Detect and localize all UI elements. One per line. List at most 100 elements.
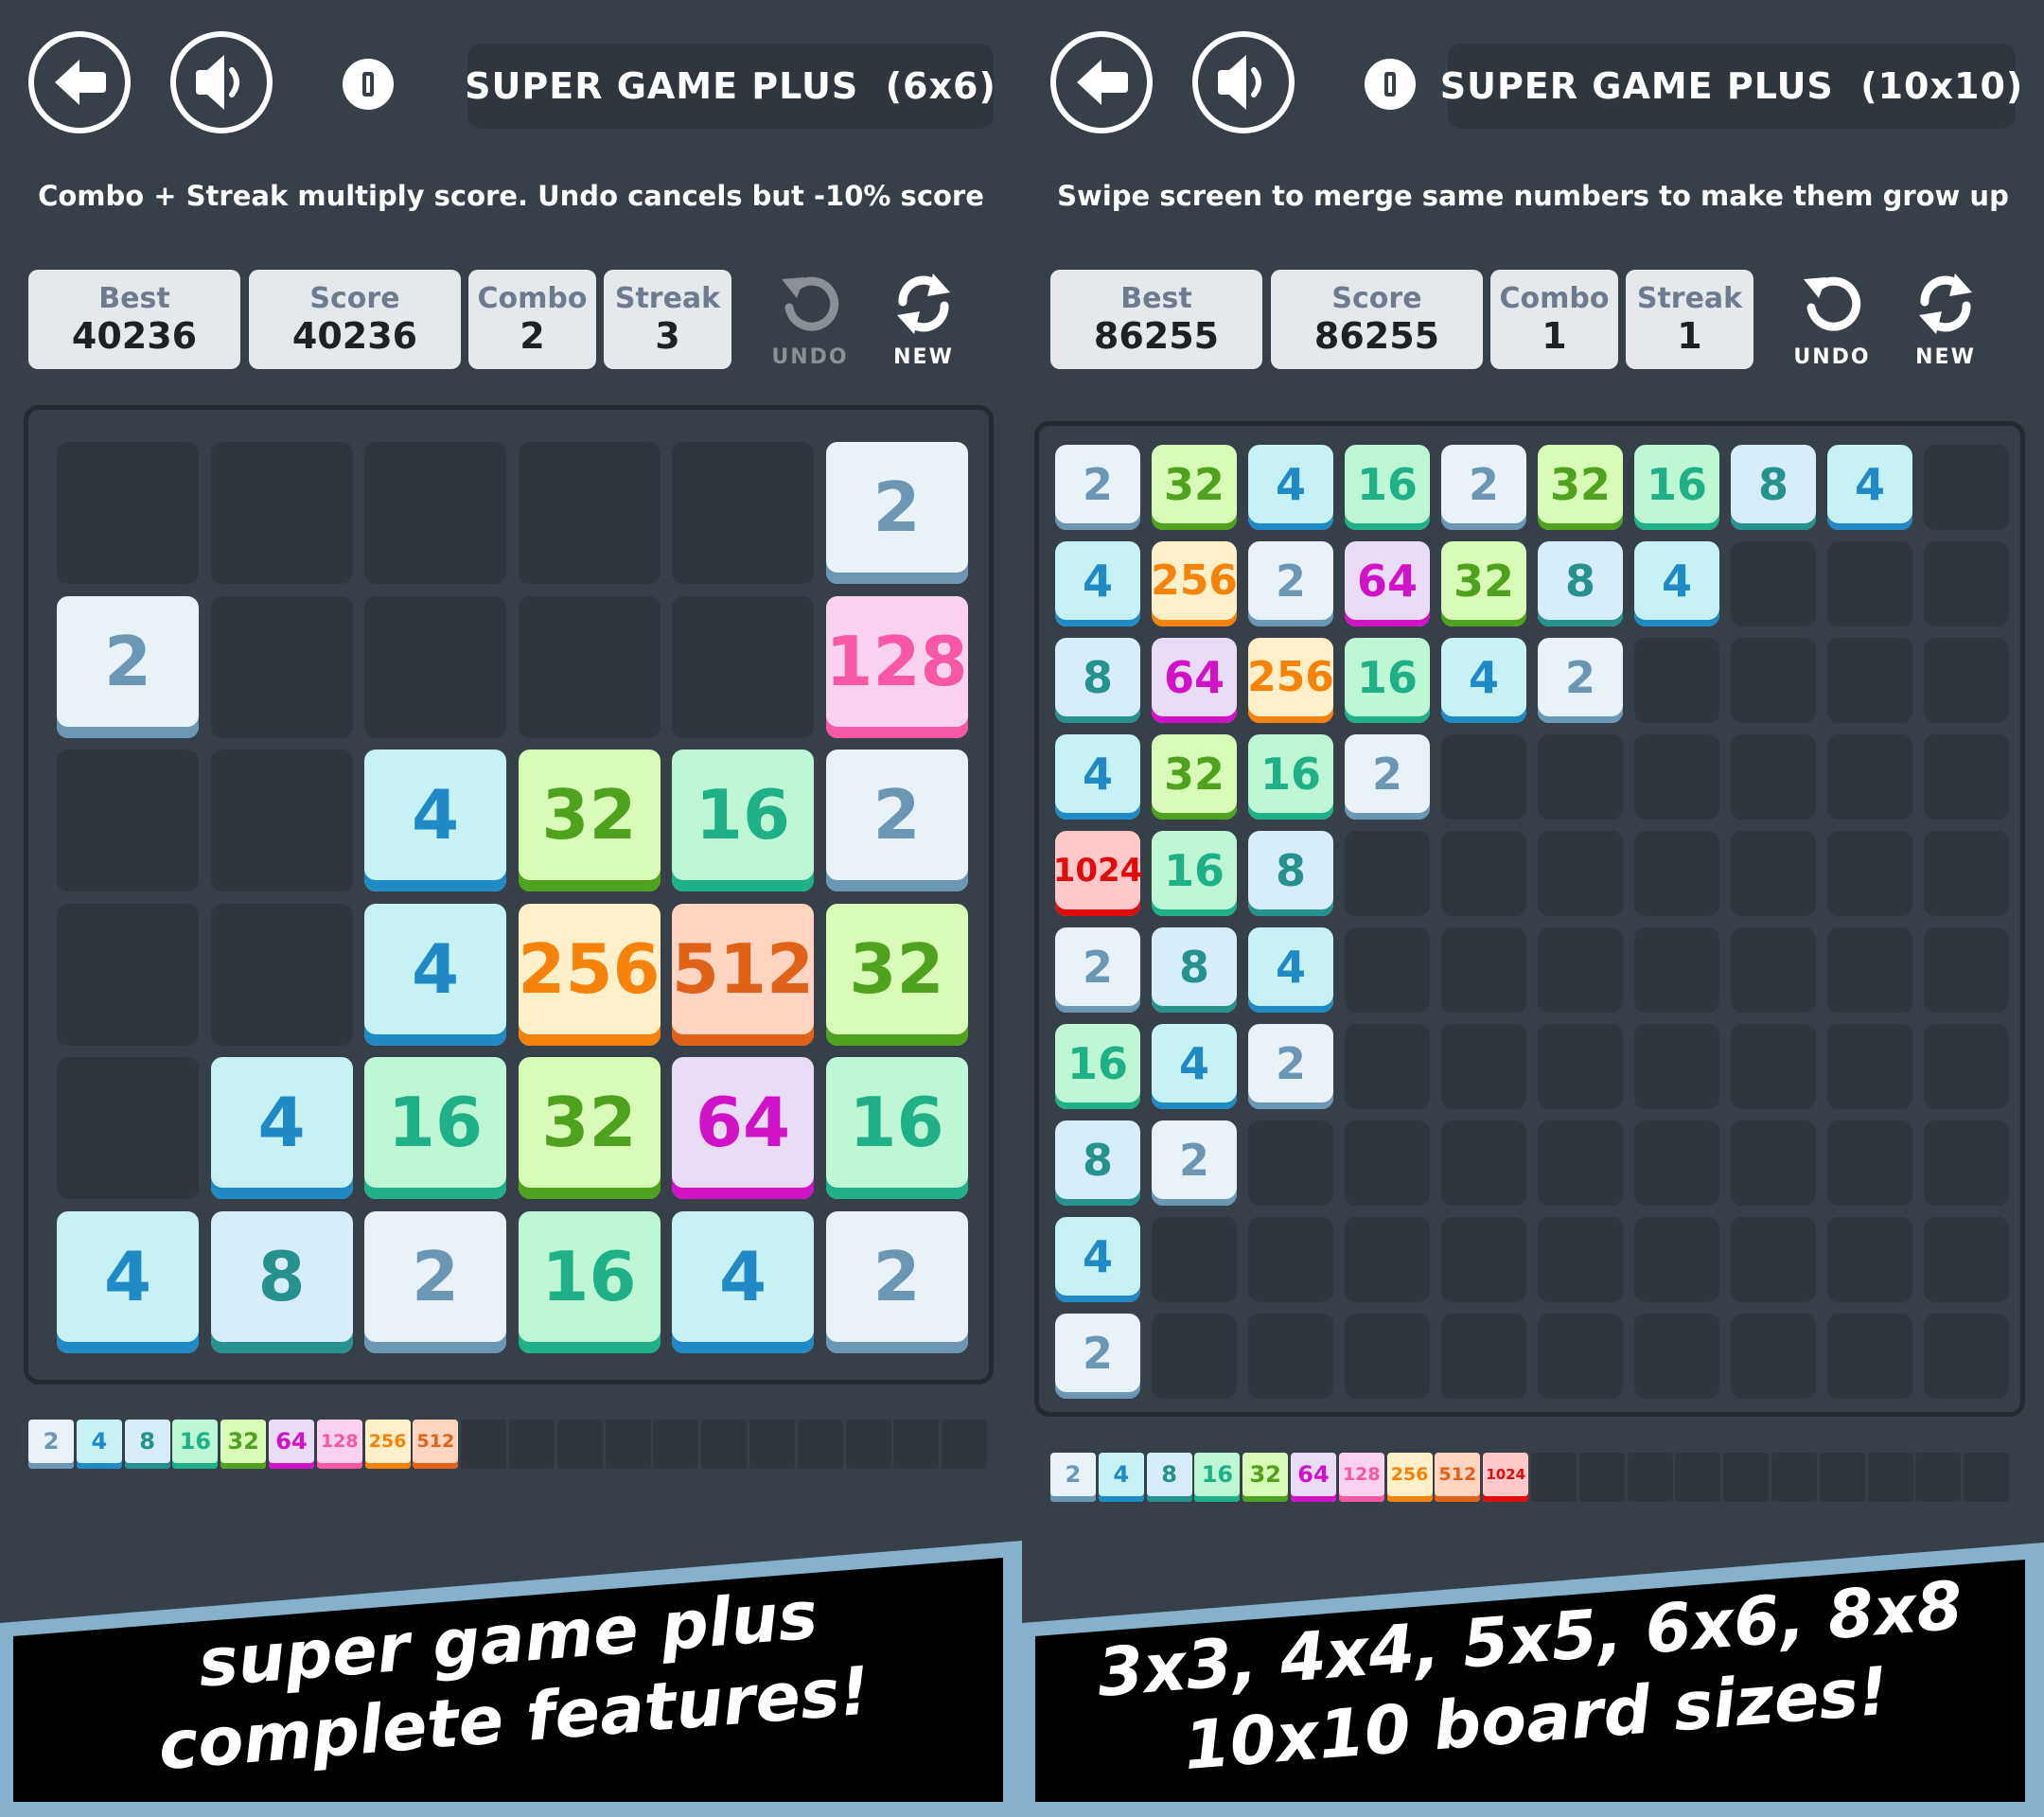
stat-label: Score [309, 282, 400, 315]
empty-cell [1827, 927, 1912, 1013]
tile: 2 [1345, 734, 1430, 820]
empty-cell [1152, 1314, 1237, 1399]
legend-empty-slot [1867, 1453, 1913, 1502]
back-button[interactable] [1050, 31, 1153, 133]
empty-cell [1634, 1024, 1719, 1109]
legend-empty-slot [797, 1420, 843, 1469]
tile: 8 [1248, 831, 1333, 916]
empty-cell [518, 595, 661, 738]
pause-icon [1384, 72, 1396, 97]
legend-tile: 8 [124, 1420, 170, 1469]
tile: 32 [1538, 445, 1623, 530]
legend-empty-slot [509, 1420, 555, 1469]
empty-cell [1538, 734, 1623, 820]
legend-tile: 512 [1435, 1453, 1481, 1502]
tile: 16 [1634, 445, 1719, 530]
stat-value: 40236 [291, 315, 418, 357]
stat-value: 1 [1542, 315, 1567, 357]
tile: 512 [672, 903, 814, 1046]
new-game-button[interactable]: NEW [1898, 270, 1993, 369]
empty-cell [1441, 831, 1526, 916]
empty-cell [1924, 831, 2009, 916]
legend-tile: 2 [1050, 1453, 1096, 1502]
empty-cell [1441, 1120, 1526, 1206]
tile: 4 [210, 1057, 353, 1199]
empty-cell [1634, 927, 1719, 1013]
new-game-button[interactable]: NEW [876, 270, 971, 369]
tile: 16 [1345, 638, 1430, 723]
sound-button[interactable] [1192, 31, 1295, 133]
empty-cell [1924, 541, 2009, 626]
promo-banner: super game plus complete features! [0, 1533, 1022, 1817]
empty-cell [1924, 1217, 2009, 1302]
undo-button[interactable]: UNDO [1785, 270, 1879, 369]
tile: 4 [1827, 445, 1912, 530]
empty-cell [1731, 831, 1816, 916]
empty-cell [1827, 1217, 1912, 1302]
empty-cell [1924, 927, 2009, 1013]
tile: 8 [210, 1210, 353, 1353]
stat-combo: Combo 1 [1490, 270, 1618, 369]
legend-empty-slot [1723, 1453, 1770, 1502]
stat-label: Streak [1636, 282, 1743, 315]
stat-streak: Streak 1 [1626, 270, 1753, 369]
arrow-left-icon [1077, 60, 1128, 105]
stat-score: Score 40236 [249, 270, 461, 369]
empty-cell [1441, 927, 1526, 1013]
tile: 32 [518, 750, 661, 891]
undo-icon [1804, 276, 1861, 331]
tile: 4 [1634, 541, 1719, 626]
pause-button[interactable] [1365, 59, 1416, 110]
legend-tile: 16 [172, 1420, 219, 1469]
empty-cell [1345, 1120, 1430, 1206]
tile: 2 [1055, 445, 1140, 530]
back-button[interactable] [28, 31, 131, 133]
tile: 4 [364, 750, 506, 891]
stat-best: Best 86255 [1050, 270, 1262, 369]
legend-empty-slot [1915, 1453, 1962, 1502]
tile: 256 [518, 903, 661, 1046]
empty-cell [1538, 831, 1623, 916]
game-title: SUPER GAME PLUS (6x6) [465, 44, 996, 129]
empty-cell [1538, 1120, 1623, 1206]
stat-label: Streak [614, 282, 721, 315]
stat-best: Best 40236 [28, 270, 240, 369]
stat-score: Score 86255 [1271, 270, 1483, 369]
legend-tile: 16 [1194, 1453, 1241, 1502]
empty-cell [1731, 1024, 1816, 1109]
empty-cell [1248, 1217, 1333, 1302]
empty-cell [57, 750, 199, 891]
empty-cell [1827, 541, 1912, 626]
empty-cell [1924, 1120, 2009, 1206]
empty-cell [1924, 1024, 2009, 1109]
tile: 4 [1055, 541, 1140, 626]
tile: 16 [1055, 1024, 1140, 1109]
empty-cell [1538, 1024, 1623, 1109]
empty-cell [672, 442, 814, 584]
tile: 16 [364, 1057, 506, 1199]
pause-button[interactable] [343, 59, 394, 110]
stat-combo: Combo 2 [468, 270, 596, 369]
undo-label: UNDO [771, 345, 849, 369]
empty-cell [1441, 1217, 1526, 1302]
legend-empty-slot [1964, 1453, 2010, 1502]
empty-cell [1634, 1217, 1719, 1302]
undo-button[interactable]: UNDO [763, 270, 857, 369]
sound-button[interactable] [170, 31, 273, 133]
speaker-icon [196, 55, 239, 110]
legend-tile: 32 [1242, 1453, 1289, 1502]
empty-cell [1538, 1314, 1623, 1399]
tile: 2 [1055, 1314, 1140, 1399]
tile: 8 [1055, 1120, 1140, 1206]
tile: 4 [672, 1210, 814, 1353]
tile: 256 [1151, 541, 1238, 626]
speaker-icon [1218, 55, 1261, 110]
tile: 2 [825, 750, 968, 891]
tile: 4 [1152, 1024, 1237, 1109]
empty-cell [1731, 638, 1816, 723]
empty-cell [1827, 1024, 1912, 1109]
empty-cell [1731, 1120, 1816, 1206]
tile: 16 [672, 750, 814, 891]
empty-cell [210, 750, 353, 891]
legend-empty-slot [893, 1420, 940, 1469]
